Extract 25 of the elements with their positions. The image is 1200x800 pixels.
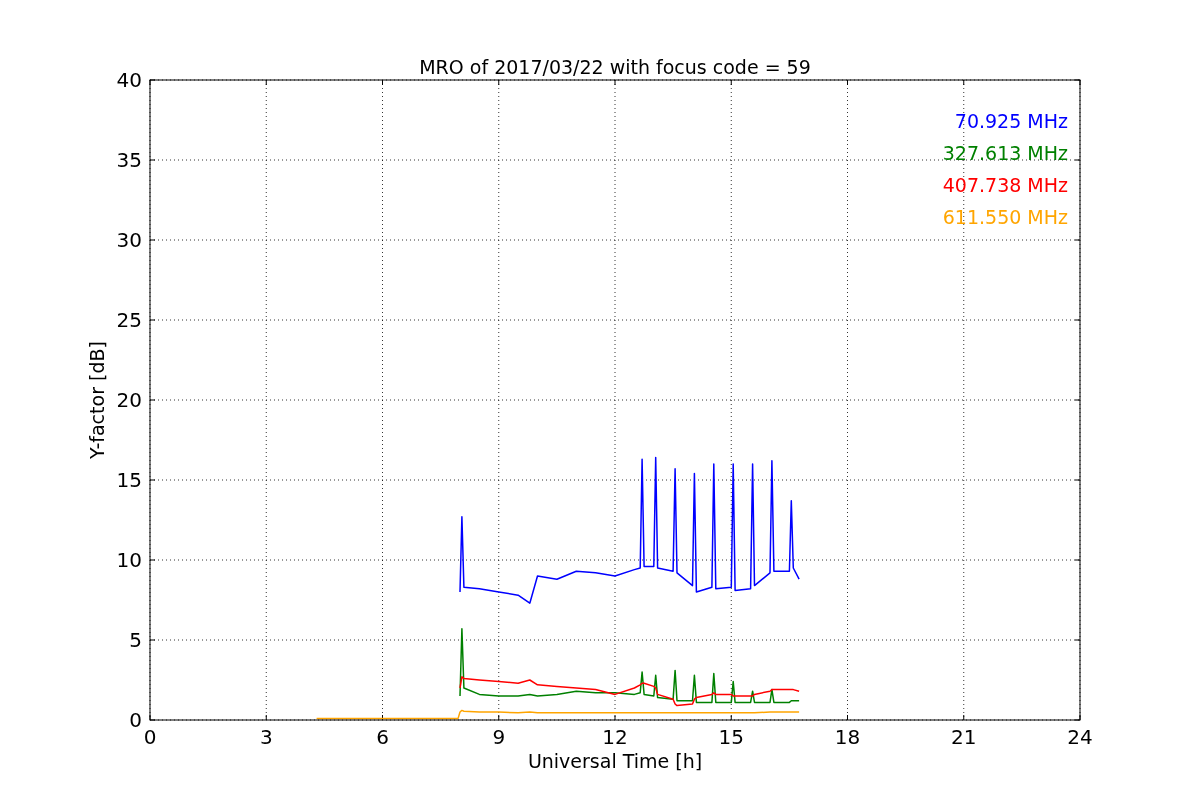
tick-label: 15 (116, 468, 142, 492)
legend-label: 70.925 MHz (954, 110, 1068, 132)
tick-label: 9 (492, 725, 506, 749)
tick-label: 18 (834, 725, 861, 749)
tick-label: 12 (602, 725, 628, 749)
x-axis-label: Universal Time [h] (527, 750, 703, 772)
chart-title: MRO of 2017/03/22 with focus code = 59 (419, 56, 811, 78)
y-axis-label: Y-factor [dB] (86, 341, 108, 459)
tick-label: 0 (129, 708, 142, 732)
tick-label: 30 (116, 228, 142, 252)
tick-label: 24 (1067, 725, 1093, 749)
tick-label: 20 (116, 388, 142, 412)
tick-label: 10 (116, 548, 142, 572)
tick-label: 40 (116, 68, 142, 92)
tick-label: 15 (718, 725, 744, 749)
tick-label: 5 (129, 628, 142, 652)
tick-label: 6 (376, 725, 389, 749)
tick-label: 21 (951, 725, 977, 749)
tick-label: 35 (116, 148, 142, 172)
tick-label: 3 (259, 725, 273, 749)
tick-label: 25 (116, 308, 142, 332)
legend-label: 611.550 MHz (942, 206, 1068, 228)
tick-label: 0 (143, 725, 157, 749)
legend-label: 327.613 MHz (942, 142, 1068, 164)
legend-label: 407.738 MHz (942, 174, 1068, 196)
